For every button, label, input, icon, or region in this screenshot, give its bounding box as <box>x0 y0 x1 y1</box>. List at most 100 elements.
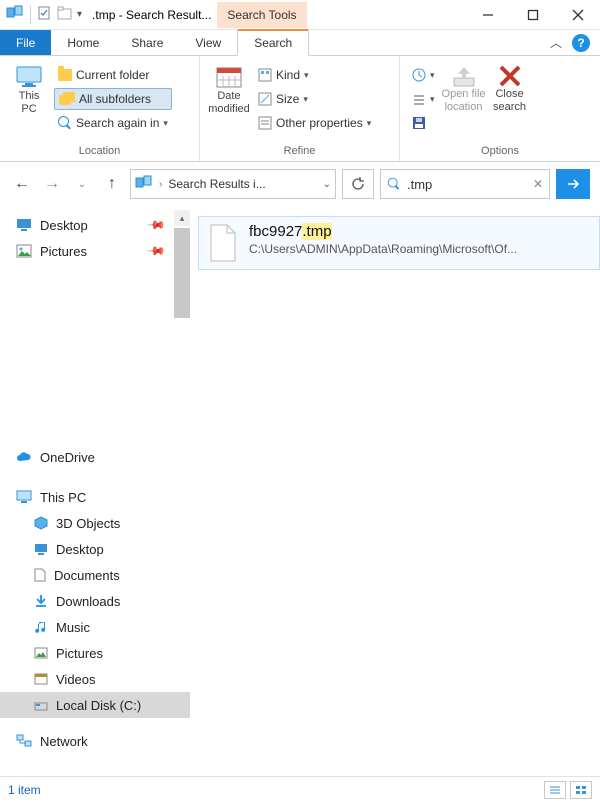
nav-bar: ← → ⌄ ↑ › Search Results i... ⌄ .tmp ✕ <box>0 162 600 206</box>
tree-documents[interactable]: Documents <box>0 562 190 588</box>
kind-button[interactable]: Kind <box>254 64 375 86</box>
other-properties-button[interactable]: Other properties <box>254 112 375 134</box>
clear-search-icon[interactable]: ✕ <box>533 177 543 191</box>
tree-label: OneDrive <box>40 450 95 465</box>
tree-3d-objects[interactable]: 3D Objects <box>0 510 190 536</box>
group-label-options: Options <box>406 143 594 159</box>
tree-videos[interactable]: Videos <box>0 666 190 692</box>
explorer-icon <box>6 5 24 24</box>
quick-access-toolbar: ▾ <box>0 5 82 24</box>
all-subfolders-label: All subfolders <box>79 92 151 106</box>
tree-downloads[interactable]: Downloads <box>0 588 190 614</box>
ribbon-group-options: Open file location Close search Options <box>400 56 600 161</box>
close-search-button[interactable]: Close search <box>487 60 533 143</box>
tree-label: 3D Objects <box>56 516 120 531</box>
scroll-up-icon[interactable]: ▴ <box>174 210 190 226</box>
download-icon <box>34 594 48 608</box>
result-path: C:\Users\ADMIN\AppData\Roaming\Microsoft… <box>249 242 517 256</box>
date-modified-button[interactable]: Date modified <box>206 60 252 143</box>
tree-quick-desktop[interactable]: Desktop 📌 <box>0 212 190 238</box>
refresh-button[interactable] <box>342 169 374 199</box>
results-pane: fbc9927.tmp C:\Users\ADMIN\AppData\Roami… <box>190 206 600 766</box>
address-dropdown-icon[interactable]: ⌄ <box>323 179 331 190</box>
tab-file[interactable]: File <box>0 30 51 55</box>
save-search-button[interactable] <box>408 112 439 134</box>
result-name: fbc9927.tmp <box>249 223 517 240</box>
desktop-icon <box>34 543 48 555</box>
tree-music[interactable]: Music <box>0 614 190 640</box>
window-controls <box>465 0 600 30</box>
result-name-prefix: fbc9927 <box>249 223 302 240</box>
all-subfolders-button[interactable]: All subfolders <box>54 88 172 110</box>
current-folder-button[interactable]: Current folder <box>54 64 172 86</box>
recent-locations-button[interactable]: ⌄ <box>70 172 94 196</box>
save-icon <box>412 116 426 130</box>
advanced-options-button[interactable] <box>408 88 439 110</box>
pin-icon: 📌 <box>146 241 166 261</box>
tree-label: Documents <box>54 568 120 583</box>
help-icon[interactable]: ? <box>572 34 590 52</box>
ribbon: This PC Current folder All subfolders Se… <box>0 56 600 162</box>
refresh-icon <box>351 177 365 191</box>
maximize-button[interactable] <box>510 0 555 30</box>
new-folder-icon[interactable] <box>57 6 73 23</box>
view-large-icons-button[interactable] <box>570 781 592 799</box>
kind-label: Kind <box>276 68 300 82</box>
scroll-thumb[interactable] <box>174 228 190 318</box>
search-again-in-button[interactable]: Search again in <box>54 112 172 134</box>
tree-label: Desktop <box>40 218 88 233</box>
ribbon-group-location: This PC Current folder All subfolders Se… <box>0 56 200 161</box>
view-icons-icon <box>575 785 587 795</box>
tree-label: Pictures <box>40 244 87 259</box>
contextual-tab-search-tools[interactable]: Search Tools <box>217 2 306 28</box>
minimize-button[interactable] <box>465 0 510 30</box>
tree-label: This PC <box>40 490 86 505</box>
tree-onedrive[interactable]: OneDrive <box>0 444 190 470</box>
collapse-ribbon-icon[interactable]: ︿ <box>550 34 562 51</box>
folders-icon <box>59 92 75 106</box>
search-icon <box>58 116 72 130</box>
view-details-button[interactable] <box>544 781 566 799</box>
size-button[interactable]: Size <box>254 88 375 110</box>
tab-view[interactable]: View <box>179 30 237 55</box>
tree-quick-pictures[interactable]: Pictures 📌 <box>0 238 190 264</box>
search-go-button[interactable] <box>556 169 590 199</box>
tree-label: Network <box>40 734 88 749</box>
cloud-icon <box>16 451 32 463</box>
result-item[interactable]: fbc9927.tmp C:\Users\ADMIN\AppData\Roami… <box>198 216 600 270</box>
pin-icon: 📌 <box>146 215 166 235</box>
tree-local-disk-c[interactable]: Local Disk (C:) <box>0 692 190 718</box>
tree-pictures[interactable]: Pictures <box>0 640 190 666</box>
tree-this-pc[interactable]: This PC <box>0 484 190 510</box>
navigation-pane: Desktop 📌 Pictures 📌 OneDrive This PC 3D <box>0 206 190 766</box>
tree-label: Downloads <box>56 594 120 609</box>
size-label: Size <box>276 92 299 106</box>
close-button[interactable] <box>555 0 600 30</box>
tab-search[interactable]: Search <box>237 30 309 56</box>
up-button[interactable]: ↑ <box>100 172 124 196</box>
back-button[interactable]: ← <box>10 172 34 196</box>
content-area: Desktop 📌 Pictures 📌 OneDrive This PC 3D <box>0 206 600 766</box>
tree-label: Videos <box>56 672 96 687</box>
address-text: Search Results i... <box>168 177 316 191</box>
network-icon <box>16 734 32 748</box>
tree-label: Pictures <box>56 646 103 661</box>
qat-dropdown-icon[interactable]: ▾ <box>77 9 82 20</box>
monitor-icon <box>16 490 32 504</box>
search-box[interactable]: .tmp ✕ <box>380 169 550 199</box>
address-icon <box>135 175 153 194</box>
properties-icon[interactable] <box>37 5 53 24</box>
kind-icon <box>258 68 272 82</box>
this-pc-button[interactable]: This PC <box>6 60 52 143</box>
tab-home[interactable]: Home <box>51 30 115 55</box>
chevron-right-icon[interactable]: › <box>159 179 162 190</box>
tree-network[interactable]: Network <box>0 728 190 754</box>
tree-desktop[interactable]: Desktop <box>0 536 190 562</box>
tree-label: Music <box>56 620 90 635</box>
tree-scrollbar[interactable]: ▴ <box>174 210 190 766</box>
recent-searches-button[interactable] <box>408 64 439 86</box>
tab-share[interactable]: Share <box>115 30 179 55</box>
separator <box>30 6 31 24</box>
drive-icon <box>34 699 48 711</box>
address-bar[interactable]: › Search Results i... ⌄ <box>130 169 336 199</box>
